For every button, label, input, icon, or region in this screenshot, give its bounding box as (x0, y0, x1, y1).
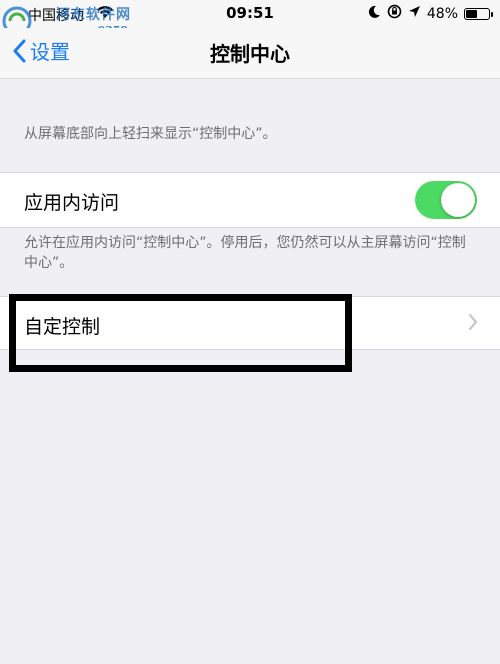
chevron-right-icon (468, 313, 478, 331)
control-center-settings-screen: 中国移动 09:51 48% 河东软件网 设置 控制中心 从屏幕底部向上轻扫来显… (0, 0, 500, 664)
battery-percent: 48% (426, 5, 458, 22)
location-arrow-icon (408, 5, 421, 22)
in-app-access-label: 应用内访问 (24, 192, 120, 214)
in-app-access-toggle[interactable] (415, 181, 477, 219)
battery-icon (464, 7, 493, 20)
battery-level-fill (466, 9, 477, 18)
rotation-lock-icon (387, 4, 402, 23)
toggle-knob (441, 183, 475, 217)
customize-controls-label: 自定控制 (24, 316, 101, 338)
intro-description: 从屏幕底部向上轻扫来显示“控制中心”。 (24, 126, 277, 142)
in-app-access-description: 允许在应用内访问“控制中心”。停用后，您仍然可以从主屏幕访问“控制中心”。 (24, 235, 466, 271)
in-app-access-row: 应用内访问 (0, 172, 500, 228)
status-bar: 中国移动 09:51 48% (0, 0, 500, 28)
status-right-icons: 48% (368, 4, 493, 23)
page-title: 控制中心 (210, 42, 290, 66)
navigation-bar: 设置 控制中心 (0, 28, 500, 79)
moon-icon (368, 5, 381, 23)
customize-controls-row[interactable]: 自定控制 (0, 296, 500, 350)
